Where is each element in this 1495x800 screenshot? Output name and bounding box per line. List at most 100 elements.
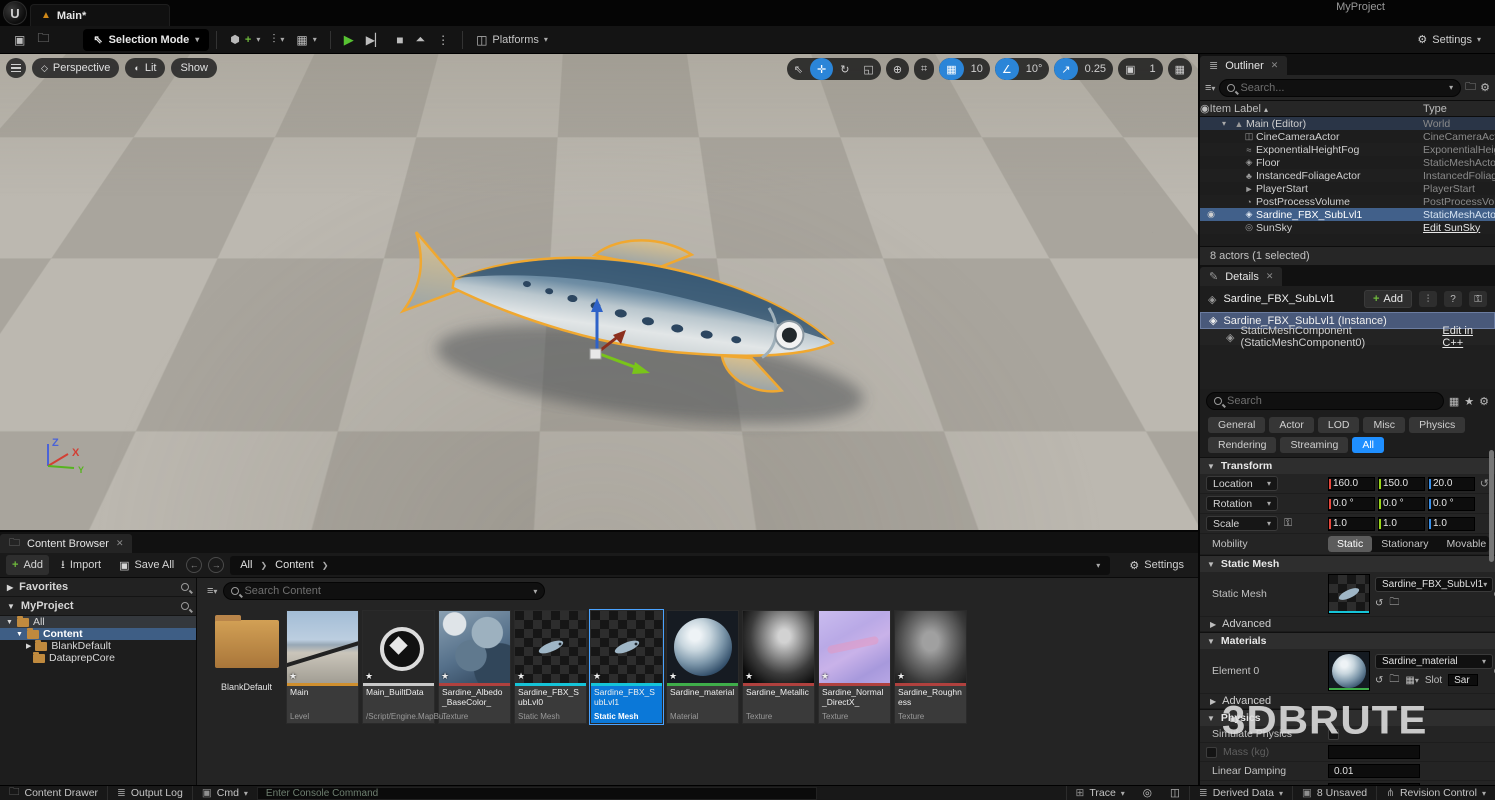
- filter-streaming[interactable]: Streaming: [1280, 437, 1348, 453]
- location-dropdown[interactable]: Location▾: [1206, 476, 1278, 491]
- unsaved-button[interactable]: ▣ 8 Unsaved: [1293, 786, 1376, 800]
- location-x-field[interactable]: 160.0: [1328, 477, 1375, 491]
- camera-speed-value[interactable]: 1: [1142, 58, 1162, 80]
- back-button[interactable]: ←: [186, 557, 202, 573]
- cinematics-dropdown[interactable]: ▦▾: [290, 29, 322, 51]
- filter-rendering[interactable]: Rendering: [1208, 437, 1276, 453]
- settings-dropdown[interactable]: ⚙ Settings ▾: [1411, 29, 1487, 51]
- filter-lod[interactable]: LOD: [1318, 417, 1360, 433]
- breadcrumb-folder[interactable]: Content: [275, 559, 314, 571]
- search-icon[interactable]: [181, 583, 189, 591]
- filter-all[interactable]: All: [1352, 437, 1384, 453]
- mobility-static[interactable]: Static: [1328, 536, 1372, 552]
- static-mesh-advanced[interactable]: ▶Advanced: [1200, 617, 1495, 632]
- item-label-column[interactable]: Item Label ▴: [1210, 103, 1423, 115]
- world-space-toggle[interactable]: ⊕: [886, 58, 909, 80]
- rotation-snap-toggle[interactable]: ∠: [995, 58, 1019, 80]
- details-search-input[interactable]: Search: [1206, 392, 1444, 410]
- save-all-button[interactable]: ▣Save All: [113, 555, 180, 575]
- type-column[interactable]: Type: [1423, 103, 1495, 115]
- chevron-down-icon[interactable]: ▾: [1096, 561, 1100, 570]
- mobility-movable[interactable]: Movable: [1438, 536, 1489, 552]
- rotation-dropdown[interactable]: Rotation▾: [1206, 496, 1278, 511]
- use-selected-icon[interactable]: ↺: [1375, 598, 1383, 609]
- eye-icon[interactable]: ◉: [1200, 209, 1222, 220]
- breadcrumb[interactable]: All ❯ Content ❯ ▾: [230, 556, 1110, 575]
- outliner-row[interactable]: ▾ ▲ Main (Editor)World: [1200, 117, 1495, 130]
- slot-name-field[interactable]: Sar: [1448, 674, 1478, 686]
- perspective-dropdown[interactable]: ◇ Perspective: [32, 58, 119, 78]
- outliner-row[interactable]: ◈ FloorStaticMeshActor: [1200, 156, 1495, 169]
- mobility-stationary[interactable]: Stationary: [1372, 536, 1437, 552]
- static-mesh-asset-dropdown[interactable]: Sardine_FBX_SubLvl1▾: [1375, 577, 1493, 592]
- asset-tile-sardine-normal[interactable]: ★ Sardine_Normal_DirectX_Texture: [818, 610, 891, 724]
- asset-folder-blankdefault[interactable]: BlankDefault: [210, 610, 283, 724]
- chevron-down-icon[interactable]: ▾: [533, 587, 537, 596]
- tab-content-browser[interactable]: 🗀 Content Browser ✕: [0, 534, 132, 553]
- scale-y-field[interactable]: 1.0: [1378, 517, 1425, 531]
- unlocked-icon[interactable]: ⚿: [1469, 291, 1487, 307]
- save-button[interactable]: ▣: [8, 29, 31, 51]
- outliner-row[interactable]: ◎ SunSky Edit SunSky: [1200, 221, 1495, 234]
- use-selected-icon[interactable]: ↺: [1375, 675, 1383, 686]
- rotation-x-field[interactable]: 0.0 °: [1328, 497, 1375, 511]
- scale-snap-toggle[interactable]: ↗: [1054, 58, 1077, 80]
- asset-search-input[interactable]: Search Content ▾: [223, 582, 545, 600]
- scale-snap-value[interactable]: 0.25: [1078, 58, 1113, 80]
- gear-icon[interactable]: ⚙: [1480, 81, 1490, 94]
- import-button[interactable]: ⭳Import: [55, 555, 107, 575]
- location-z-field[interactable]: 20.0: [1428, 477, 1475, 491]
- blueprint-convert-icon[interactable]: ⫶: [1419, 291, 1437, 307]
- content-browser-settings[interactable]: ⚙ Settings: [1129, 559, 1192, 572]
- surface-snap-toggle[interactable]: ⌗: [914, 58, 934, 80]
- outliner-row[interactable]: ◔ PostProcessVolumePostProcessVolu: [1200, 195, 1495, 208]
- browse-to-asset-icon[interactable]: 🗀: [1389, 672, 1399, 689]
- location-y-field[interactable]: 150.0: [1378, 477, 1425, 491]
- favorites-section[interactable]: ▶Favorites: [0, 578, 196, 597]
- gear-icon[interactable]: ⚙: [1479, 395, 1489, 408]
- add-actor-dropdown[interactable]: ⬢+▾: [224, 29, 266, 51]
- tree-item-blankdefault[interactable]: ▶ BlankDefault: [0, 640, 196, 652]
- add-asset-button[interactable]: +Add: [6, 555, 49, 575]
- 3d-viewport[interactable]: Z X Y ◇ Perspective ◐ Lit Show ⇖ ✛ ↻ ◱ ⊕…: [0, 54, 1198, 530]
- tree-item-all[interactable]: ▼ All: [0, 616, 196, 628]
- selection-mode-dropdown[interactable]: ⇖ Selection Mode ▾: [83, 29, 209, 51]
- level-tab-main[interactable]: ▲ Main*: [30, 4, 170, 26]
- play-options-kebab[interactable]: ⋮: [431, 29, 455, 51]
- edit-in-cpp-link[interactable]: Edit in C++: [1442, 325, 1487, 349]
- outliner-row[interactable]: ◫ CineCameraActorCineCameraActor: [1200, 130, 1495, 143]
- platforms-dropdown[interactable]: ◫ Platforms ▾: [470, 29, 554, 51]
- close-icon[interactable]: ✕: [1271, 60, 1279, 71]
- rotation-y-field[interactable]: 0.0 °: [1378, 497, 1425, 511]
- revision-control-dropdown[interactable]: ⋔ Revision Control▾: [1377, 786, 1495, 800]
- grid-snap-toggle[interactable]: ▦: [939, 58, 963, 80]
- grid-snap-value[interactable]: 10: [964, 58, 990, 80]
- chevron-down-icon[interactable]: ▾: [1449, 83, 1453, 92]
- static-mesh-thumbnail[interactable]: [1328, 574, 1370, 614]
- mass-field[interactable]: [1328, 745, 1420, 759]
- filter-misc[interactable]: Misc: [1363, 417, 1405, 433]
- trace-dropdown[interactable]: ⊞ Trace▾: [1067, 786, 1134, 800]
- maximize-viewport-button[interactable]: ▦: [1168, 58, 1192, 80]
- outliner-row[interactable]: ≈ ExponentialHeightFogExponentialHeigh: [1200, 143, 1495, 156]
- lit-dropdown[interactable]: ◐ Lit: [125, 58, 165, 78]
- outliner-column-header[interactable]: ◉ Item Label ▴ Type: [1200, 100, 1495, 117]
- forward-button[interactable]: →: [208, 557, 224, 573]
- favorites-star-icon[interactable]: ★: [1464, 395, 1474, 408]
- insights-icon[interactable]: ◎: [1134, 786, 1161, 800]
- close-icon[interactable]: ✕: [116, 538, 124, 549]
- material-options-icon[interactable]: ▦▾: [1405, 675, 1418, 686]
- show-dropdown[interactable]: Show: [171, 58, 217, 78]
- move-tool[interactable]: ✛: [810, 58, 833, 80]
- static-mesh-section-header[interactable]: ▼Static Mesh: [1200, 555, 1495, 572]
- asset-tile-sardine-albedo[interactable]: ★ Sardine_Albedo_BaseColor_Texture: [438, 610, 511, 724]
- tree-item-dataprepcore[interactable]: DataprepCore: [0, 652, 196, 664]
- viewport-options-menu[interactable]: [6, 58, 26, 78]
- browse-content-button[interactable]: 🗀: [31, 29, 55, 51]
- content-drawer-button[interactable]: 🗀 Content Drawer: [0, 786, 107, 800]
- help-icon[interactable]: ?: [1444, 291, 1462, 307]
- details-scrollbar[interactable]: [1489, 450, 1494, 562]
- asset-tile-sardine-fbx-sublvl0[interactable]: ★ Sardine_FBX_SubLvl0Static Mesh: [514, 610, 587, 724]
- reset-location-button[interactable]: ↺: [1480, 477, 1489, 490]
- linear-damping-field[interactable]: 0.01: [1328, 764, 1420, 778]
